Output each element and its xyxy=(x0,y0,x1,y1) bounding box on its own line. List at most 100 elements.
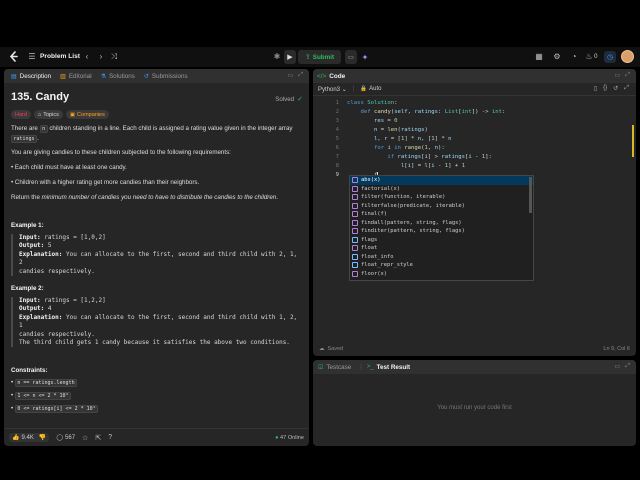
debug-icon[interactable]: ✱ xyxy=(271,51,283,63)
paragraph-3: Return the minimum number of candies you… xyxy=(11,194,278,201)
scroll-markers xyxy=(632,125,634,157)
like-count: 9.4K xyxy=(21,434,34,441)
example-2-heading: Example 2: xyxy=(11,285,44,293)
expand-icon[interactable]: ⤢ xyxy=(625,363,630,370)
code-icon: </> xyxy=(317,72,327,80)
top-bar: ☰ Problem List ‹ › ⤨ ✱ ▶ ⇪ Submit ▭ ✦ ▦ … xyxy=(0,47,640,67)
thumbs-up-icon: 👍 xyxy=(12,435,20,441)
notes-icon[interactable]: ▭ xyxy=(345,50,357,64)
problem-list-link[interactable]: Problem List xyxy=(40,53,80,60)
autocomplete-item[interactable]: finditer(pattern, string, flags) xyxy=(350,227,533,236)
minimize-icon[interactable]: ▭ xyxy=(615,363,621,370)
autocomplete-popup: abs(x) factorial(x) filter(function, ite… xyxy=(349,175,534,281)
upload-icon: ⇪ xyxy=(304,54,311,61)
help-icon[interactable]: ? xyxy=(108,434,112,441)
shuffle-icon[interactable]: ⤨ xyxy=(108,51,120,63)
code-line-4: n = len(ratings) xyxy=(373,127,428,133)
autocomplete-scrollbar[interactable] xyxy=(529,177,532,213)
autocomplete-item[interactable]: float_repr_style xyxy=(350,261,533,270)
code-line-2: def candy(self, ratings: List[int]) -> i… xyxy=(360,109,506,115)
tab-solutions[interactable]: ⚗ Solutions xyxy=(101,73,135,80)
tag-icon: ⌂ xyxy=(37,111,42,118)
ai-icon[interactable]: ✦ xyxy=(359,51,371,63)
autocomplete-item[interactable]: filterfalse(predicate, iterable) xyxy=(350,202,533,211)
chevron-right-icon[interactable]: › xyxy=(95,51,107,63)
test-tabs: ☑ Testcase | >_ Test Result xyxy=(313,360,636,374)
problem-title: 135. Candy xyxy=(11,91,70,103)
leetcode-logo-icon[interactable] xyxy=(9,51,19,63)
share-icon[interactable]: ⇱ xyxy=(95,434,101,442)
autocomplete-item[interactable]: final(f) xyxy=(350,210,533,219)
fullscreen-icon[interactable]: ⤢ xyxy=(624,85,629,92)
avatar[interactable] xyxy=(621,50,634,63)
online-count: ● 47 Online xyxy=(275,434,304,441)
constraint-3: • 0 <= ratings[i] <= 2 * 10⁴ xyxy=(11,404,303,414)
code-title: Code xyxy=(329,72,346,80)
reset-icon[interactable]: ↺ xyxy=(613,85,618,92)
history-icon: ↺ xyxy=(143,73,149,80)
difficulty-badge[interactable]: Hard xyxy=(11,110,31,119)
constraint-2: • 1 <= n <= 2 * 10⁴ xyxy=(11,391,303,401)
expand-icon[interactable]: ⤢ xyxy=(625,72,630,79)
editor-toolbar: Python3 ⌄ | 🔒 Auto xyxy=(313,83,636,96)
tab-description[interactable]: ▤ Description xyxy=(11,73,51,80)
thumbs-down-icon: 👎 xyxy=(38,435,47,441)
tab-test-result[interactable]: >_ Test Result xyxy=(367,364,410,371)
timer-icon[interactable]: ◷ xyxy=(604,51,616,63)
bookmark-icon[interactable]: ▯ xyxy=(594,85,597,92)
layout-icon[interactable]: ▦ xyxy=(533,51,545,63)
autocomplete-item[interactable]: floor(x) xyxy=(350,270,533,279)
list-icon[interactable]: ☰ xyxy=(26,51,38,63)
cursor-position: Ln 9, Col 6 xyxy=(603,346,630,352)
tags-row: Hard ⌂ Topics ▣ Companies xyxy=(11,110,303,119)
minimize-icon[interactable]: ▭ xyxy=(288,72,294,79)
topics-tag[interactable]: ⌂ Topics xyxy=(33,110,63,119)
example-1-heading: Example 1: xyxy=(11,222,44,229)
star-icon[interactable]: ☆ xyxy=(82,434,88,442)
autocomplete-item[interactable]: findall(pattern, string, flags) xyxy=(350,219,533,228)
constraint-1: • n == ratings.length xyxy=(11,378,303,388)
chevron-left-icon[interactable]: ‹ xyxy=(81,51,93,63)
description-panel: ▤ Description ▥ Editorial ⚗ Solutions ↺ … xyxy=(4,69,309,446)
tab-submissions[interactable]: ↺ Submissions xyxy=(144,73,188,80)
autocomplete-item[interactable]: abs(x) xyxy=(350,176,533,185)
code-line-5: l, r = [1] * n, [1] * n xyxy=(373,136,452,142)
test-tools: ▭ ⤢ xyxy=(615,363,630,370)
checkbox-icon: ☑ xyxy=(318,364,324,371)
bell-icon[interactable]: ◔ xyxy=(568,51,580,63)
code-tools: ▭ ⤢ xyxy=(615,72,630,79)
test-panel: ☑ Testcase | >_ Test Result ▭ ⤢ You must… xyxy=(313,360,636,446)
autocomplete-item[interactable]: flags xyxy=(350,236,533,245)
autocomplete-item[interactable]: factorial(x) xyxy=(350,185,533,194)
braces-icon[interactable]: {} xyxy=(603,85,607,92)
editor-actions: ▯ {} ↺ ⤢ xyxy=(594,85,629,92)
autocomplete-item[interactable]: float xyxy=(350,244,533,253)
code-line-7: if ratings[i] > ratings[i - 1]: xyxy=(387,154,492,160)
cloud-icon: ☁ xyxy=(319,346,325,352)
code-line-8: l[i] = l[i - 1] + 1 xyxy=(400,163,465,169)
document-icon: ▤ xyxy=(11,73,17,80)
tab-testcase[interactable]: ☑ Testcase xyxy=(318,364,351,371)
run-button[interactable]: ▶ xyxy=(284,50,296,64)
book-icon: ▥ xyxy=(60,73,66,80)
submit-button[interactable]: ⇪ Submit xyxy=(298,50,341,64)
language-select[interactable]: Python3 ⌄ xyxy=(318,86,347,93)
companies-tag[interactable]: ▣ Companies xyxy=(65,110,109,119)
minimize-icon[interactable]: ▭ xyxy=(615,72,621,79)
paragraph-2: You are giving candies to these children… xyxy=(11,149,231,156)
example-1-box: Input: ratings = [1,0,2] Output: 5 Expla… xyxy=(11,234,303,277)
autocomplete-item[interactable]: float_info xyxy=(350,253,533,262)
expand-icon[interactable]: ⤢ xyxy=(298,72,303,79)
bullet-1: • Each child must have at least one cand… xyxy=(11,164,127,171)
tab-editorial[interactable]: ▥ Editorial xyxy=(60,73,91,80)
example-2-box: Input: ratings = [1,2,2] Output: 4 Expla… xyxy=(11,297,303,348)
submit-label: Submit xyxy=(312,53,335,61)
autocomplete-item[interactable]: filter(function, iterable) xyxy=(350,193,533,202)
paragraph-1: There are n children standing in a line.… xyxy=(11,125,293,143)
like-button[interactable]: 👍 9.4K 👎 xyxy=(9,433,50,442)
auto-toggle[interactable]: Auto xyxy=(369,86,381,92)
comments-button[interactable]: ◯ 567 xyxy=(56,434,75,442)
run-first-message: You must run your code first xyxy=(437,405,512,411)
settings-icon[interactable]: ⚙ xyxy=(551,51,563,63)
comment-icon: ◯ xyxy=(56,435,64,441)
